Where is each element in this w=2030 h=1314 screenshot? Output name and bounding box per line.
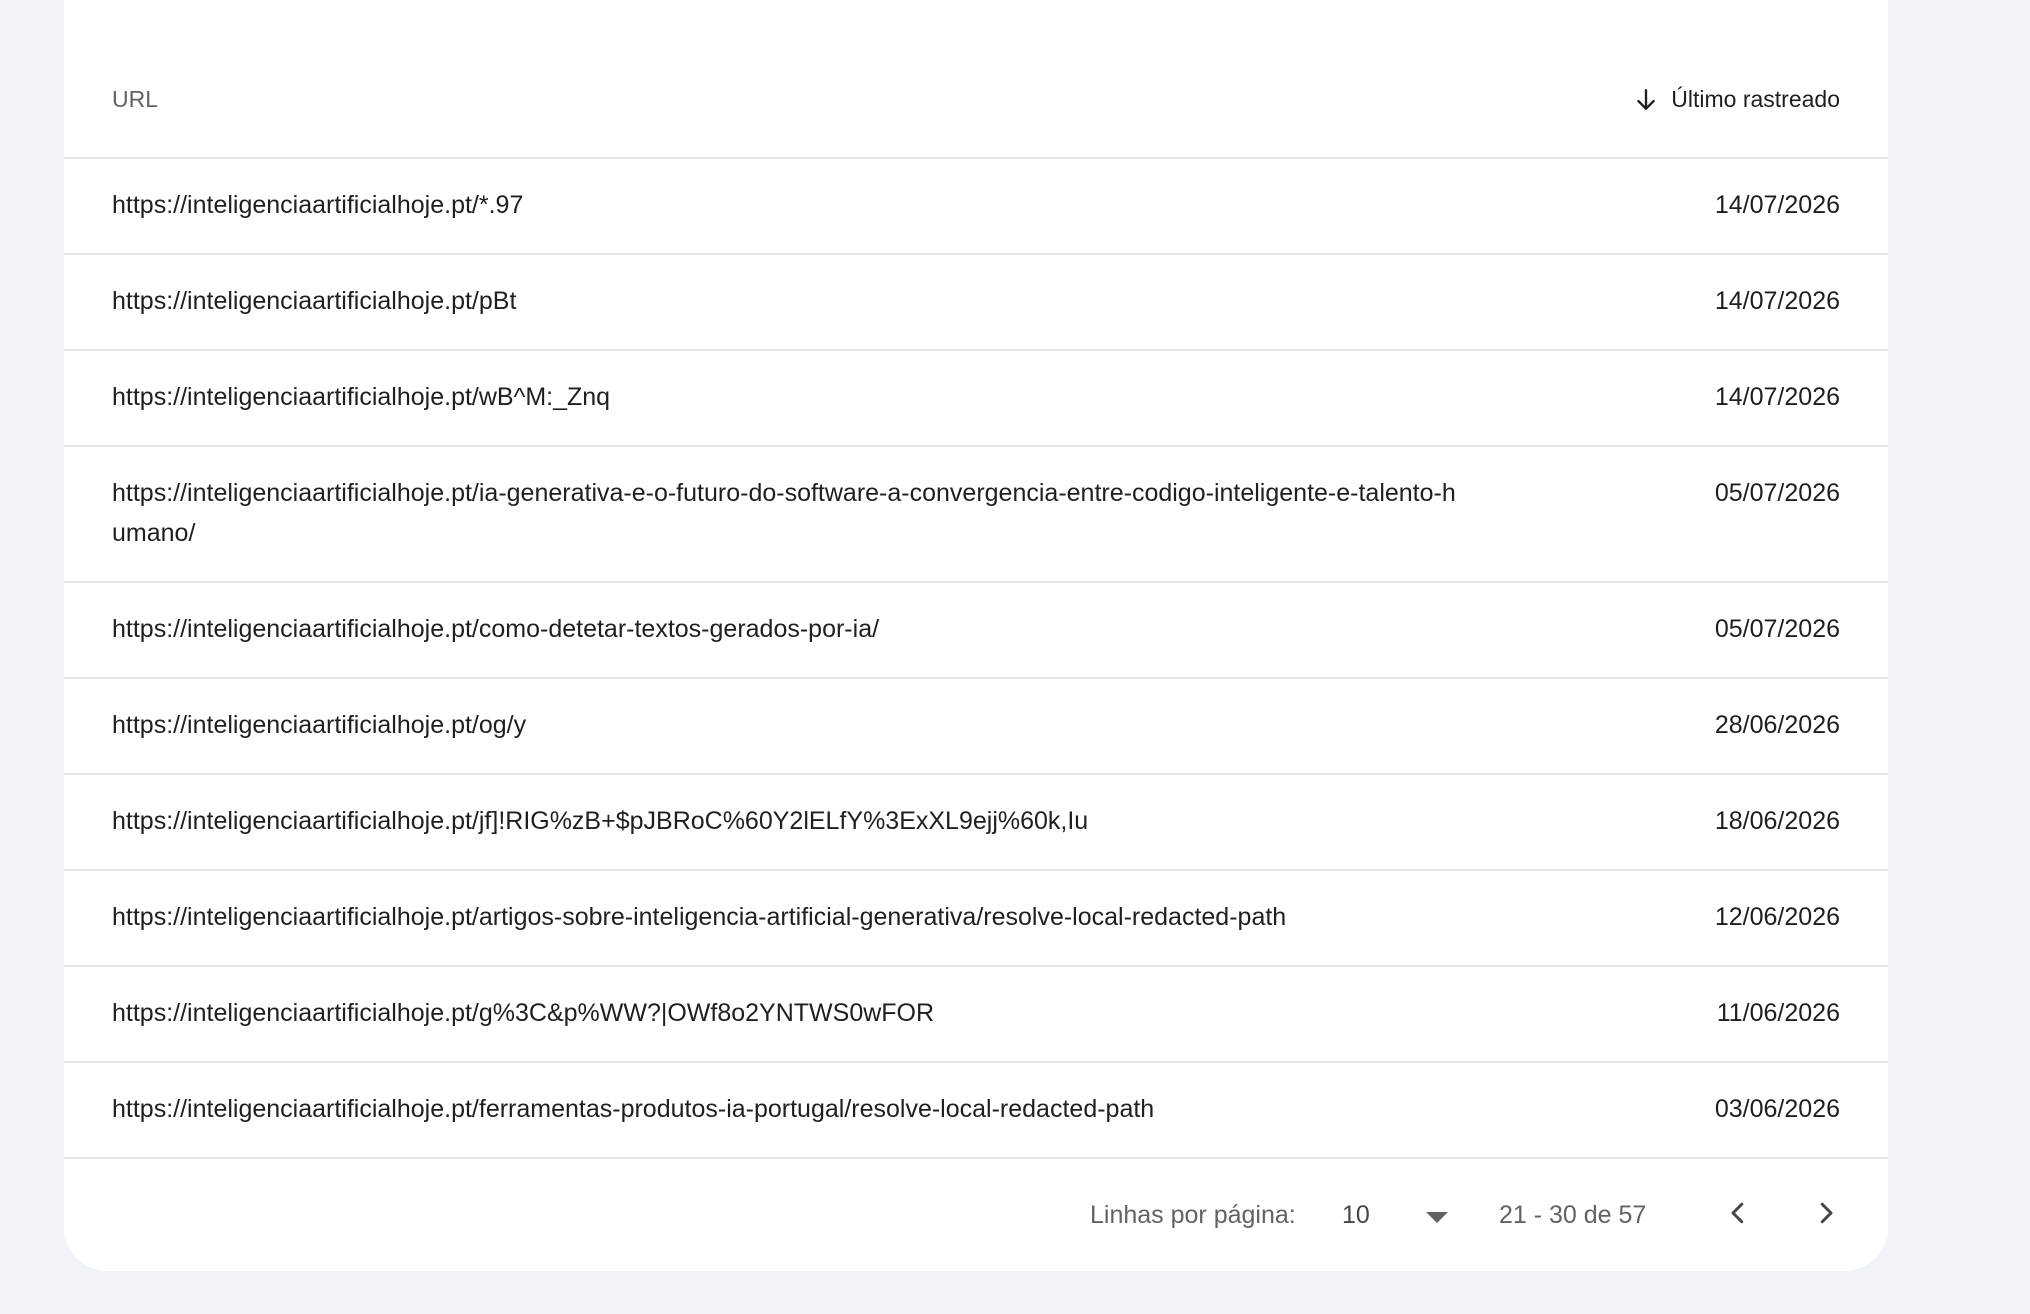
table-row[interactable]: https://inteligenciaartificialhoje.pt/wB…	[64, 351, 1888, 447]
row-last-crawled-date: 18/06/2026	[1714, 807, 1840, 835]
table-row[interactable]: https://inteligenciaartificialhoje.pt/pB…	[64, 255, 1888, 351]
row-url: https://inteligenciaartificialhoje.pt/co…	[112, 615, 880, 643]
last-crawled-label: Último rastreado	[1671, 86, 1840, 112]
row-url: https://inteligenciaartificialhoje.pt/ar…	[112, 903, 1287, 931]
row-url: https://inteligenciaartificialhoje.pt/pB…	[112, 287, 517, 315]
table-body: https://inteligenciaartificialhoje.pt/*.…	[64, 159, 1888, 1159]
table-header: URL Último rastreado	[64, 0, 1888, 159]
row-url: https://inteligenciaartificialhoje.pt/fe…	[112, 1095, 1155, 1123]
row-last-crawled-date: 03/06/2026	[1714, 1095, 1840, 1123]
next-page-button[interactable]	[1802, 1189, 1850, 1237]
rows-per-page-label: Linhas por página:	[1090, 1201, 1296, 1229]
last-crawled-column-header[interactable]: Último rastreado	[1633, 86, 1840, 113]
row-url: https://inteligenciaartificialhoje.pt/wB…	[112, 383, 611, 411]
rows-per-page-value: 10	[1342, 1200, 1370, 1229]
table-row[interactable]: https://inteligenciaartificialhoje.pt/ar…	[64, 871, 1888, 967]
table-row[interactable]: https://inteligenciaartificialhoje.pt/ia…	[64, 447, 1888, 583]
row-last-crawled-date: 14/07/2026	[1714, 191, 1840, 219]
row-url: https://inteligenciaartificialhoje.pt/jf…	[112, 807, 1089, 835]
table-pagination: Linhas por página: 10 21 - 30 de 57	[64, 1159, 1888, 1271]
table-row[interactable]: https://inteligenciaartificialhoje.pt/jf…	[64, 775, 1888, 871]
row-last-crawled-date: 14/07/2026	[1714, 287, 1840, 315]
pagination-range: 21 - 30 de 57	[1499, 1201, 1647, 1229]
rows-per-page-select[interactable]: 10	[1342, 1193, 1448, 1237]
table-row[interactable]: https://inteligenciaartificialhoje.pt/co…	[64, 583, 1888, 679]
url-column-header: URL	[112, 86, 159, 112]
row-last-crawled-date: 05/07/2026	[1714, 615, 1840, 643]
table-row[interactable]: https://inteligenciaartificialhoje.pt/g%…	[64, 967, 1888, 1063]
table-row[interactable]: https://inteligenciaartificialhoje.pt/*.…	[64, 159, 1888, 255]
row-url: https://inteligenciaartificialhoje.pt/*.…	[112, 191, 524, 219]
row-last-crawled-date: 28/06/2026	[1714, 711, 1840, 739]
table-row[interactable]: https://inteligenciaartificialhoje.pt/fe…	[64, 1063, 1888, 1159]
chevron-right-icon	[1820, 1202, 1833, 1224]
chevron-left-icon	[1731, 1202, 1744, 1224]
row-last-crawled-date: 05/07/2026	[1714, 479, 1840, 507]
row-last-crawled-date: 12/06/2026	[1714, 903, 1840, 931]
row-url: https://inteligenciaartificialhoje.pt/g%…	[112, 999, 935, 1027]
row-last-crawled-date: 14/07/2026	[1714, 383, 1840, 411]
previous-page-button[interactable]	[1714, 1189, 1762, 1237]
arrow-down-icon	[1637, 88, 1656, 110]
row-url: https://inteligenciaartificialhoje.pt/ia…	[112, 479, 1456, 547]
table-row[interactable]: https://inteligenciaartificialhoje.pt/og…	[64, 679, 1888, 775]
caret-down-icon	[1426, 1212, 1448, 1223]
row-last-crawled-date: 11/06/2026	[1716, 999, 1840, 1027]
row-url: https://inteligenciaartificialhoje.pt/og…	[112, 711, 527, 739]
crawled-urls-table-card: URL Último rastreado https://inteligenci…	[64, 0, 1888, 1271]
